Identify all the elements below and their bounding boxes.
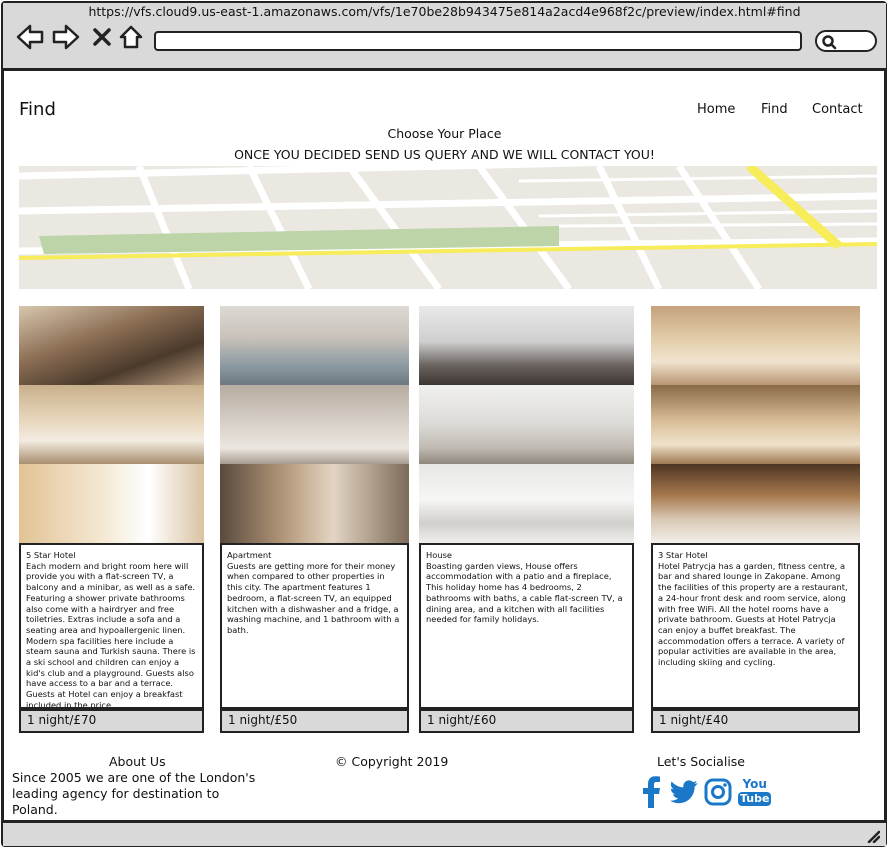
listing-photo[interactable]: [19, 464, 204, 543]
nav-home[interactable]: Home: [697, 102, 735, 117]
site-brand[interactable]: Find: [19, 99, 56, 120]
address-bar[interactable]: [154, 31, 802, 51]
listing-photos-3: [419, 306, 634, 543]
search-icon: [822, 35, 837, 50]
listing-price: 1 night/£70: [19, 709, 204, 733]
listing-description: 3 Star Hotel Hotel Patrycja has a garden…: [651, 543, 860, 709]
footer-about-title: About Us: [109, 754, 166, 769]
footer-copyright: © Copyright 2019: [335, 754, 449, 769]
twitter-icon[interactable]: [670, 780, 698, 804]
listing-description: Apartment Guests are getting more for th…: [220, 543, 409, 709]
nav-contact[interactable]: Contact: [812, 102, 863, 117]
facebook-icon[interactable]: [640, 776, 662, 808]
url-bar-text[interactable]: https://vfs.cloud9.us-east-1.amazonaws.c…: [0, 4, 889, 19]
close-icon[interactable]: [87, 22, 117, 52]
listing-title: 5 Star Hotel: [26, 550, 76, 560]
resize-grip-icon[interactable]: [866, 829, 880, 843]
listing-title: 3 Star Hotel: [658, 550, 708, 560]
search-box[interactable]: [815, 30, 877, 52]
home-icon[interactable]: [116, 22, 146, 52]
map-graphic: [19, 166, 877, 289]
listing-text: Each modern and bright room here will pr…: [26, 560, 196, 709]
social-links: You Tube: [640, 776, 772, 808]
listing-photo[interactable]: [220, 306, 409, 385]
listing-price: 1 night/£60: [419, 709, 634, 733]
listing-photos-2: [220, 306, 409, 543]
page-title: Choose Your Place: [387, 126, 502, 141]
listing-photo[interactable]: [651, 464, 860, 543]
listing-description: 5 Star Hotel Each modern and bright room…: [19, 543, 204, 709]
instagram-icon[interactable]: [704, 778, 732, 806]
listing-text: Guests are getting more for their money …: [227, 560, 400, 635]
listing-price: 1 night/£50: [220, 709, 409, 733]
nav-find[interactable]: Find: [761, 102, 788, 117]
listing-photo[interactable]: [19, 306, 204, 385]
listing-photos-4: [651, 306, 860, 543]
listing-price: 1 night/£40: [651, 709, 860, 733]
listing-photo[interactable]: [419, 385, 634, 464]
listing-photo[interactable]: [220, 464, 409, 543]
footer-about-text: Since 2005 we are one of the London's le…: [12, 770, 256, 817]
listing-photo[interactable]: [220, 385, 409, 464]
listing-title: Apartment: [227, 550, 272, 560]
map[interactable]: [19, 166, 877, 289]
listing-photo[interactable]: [419, 306, 634, 385]
listing-photo[interactable]: [651, 306, 860, 385]
listing-photo[interactable]: [419, 464, 634, 543]
listing-description: House Boasting garden views, House offer…: [419, 543, 634, 709]
youtube-icon[interactable]: You Tube: [738, 778, 772, 806]
listing-text: Hotel Patrycja has a garden, fitness cen…: [658, 560, 848, 668]
back-icon[interactable]: [15, 22, 45, 52]
listing-photo[interactable]: [19, 385, 204, 464]
browser-status-bar: [3, 820, 886, 846]
page-subtitle: ONCE YOU DECIDED SEND US QUERY AND WE WI…: [234, 147, 655, 162]
listing-title: House: [426, 550, 453, 560]
listing-text: Boasting garden views, House offers acco…: [426, 560, 623, 625]
footer-social-title: Let's Socialise: [657, 754, 745, 769]
listing-photo[interactable]: [651, 385, 860, 464]
forward-icon[interactable]: [51, 22, 81, 52]
listing-photos-1: [19, 306, 204, 543]
